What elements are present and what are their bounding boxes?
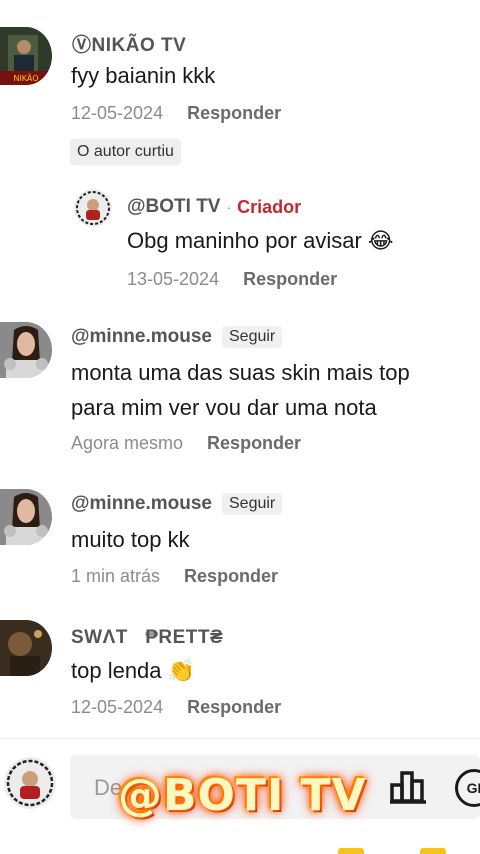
- comment-date: 12-05-2024: [71, 697, 164, 717]
- comment-author[interactable]: @minne.mouse: [71, 326, 212, 348]
- comment-text: muito top kk: [71, 527, 190, 552]
- creator-badge: Criador: [237, 196, 302, 217]
- comment-date: 1 min atrás: [71, 566, 161, 586]
- comment-text: fyy baianin kkk: [71, 63, 216, 88]
- comment-minne-2: @minne.mouse Seguir muito top kk 1 min a…: [0, 485, 480, 600]
- comment-text-line: para mim ver vou dar uma nota: [71, 395, 377, 420]
- reply-button[interactable]: Responder: [184, 566, 278, 587]
- comment-text: top lenda 👏: [71, 658, 196, 683]
- comment-date: 12-05-2024: [71, 103, 164, 123]
- author-liked-badge: O autor curtiu: [70, 139, 181, 165]
- avatar[interactable]: [0, 489, 52, 545]
- comment-text: Obg maninho por avisar 😂: [127, 228, 394, 253]
- emoji-edge: [338, 848, 364, 854]
- comment-boti-reply: @BOTI TV · Criador Obg maninho por avisa…: [0, 180, 480, 300]
- follow-button[interactable]: Seguir: [222, 326, 283, 348]
- reply-button[interactable]: Responder: [207, 433, 301, 454]
- comment-minne-1: @minne.mouse Seguir monta uma das suas s…: [0, 318, 480, 468]
- avatar[interactable]: [74, 189, 112, 227]
- comment-author[interactable]: SWΛT ₱RETT₴: [71, 627, 223, 649]
- user-avatar[interactable]: [4, 757, 56, 809]
- separator-dot: ·: [226, 199, 232, 215]
- avatar[interactable]: [0, 322, 52, 378]
- chart-icon[interactable]: [388, 767, 428, 807]
- gif-icon[interactable]: GI: [455, 769, 480, 807]
- comment-author[interactable]: @BOTI TV: [127, 196, 220, 218]
- comment-date: 13-05-2024: [127, 269, 220, 289]
- avatar[interactable]: NIKÃO: [0, 27, 52, 85]
- emoji-edge: [420, 848, 446, 854]
- watermark-logo: @BOTI TV: [118, 770, 367, 821]
- svg-text:NIKÃO: NIKÃO: [13, 73, 38, 83]
- comment-date: Agora mesmo: [71, 433, 184, 453]
- comment-author[interactable]: @minne.mouse: [71, 493, 212, 515]
- reply-button[interactable]: Responder: [243, 269, 337, 290]
- follow-button[interactable]: Seguir: [222, 493, 283, 515]
- comment-author[interactable]: ⓋNIKÃO TV: [72, 30, 186, 57]
- reply-button[interactable]: Responder: [187, 103, 281, 124]
- comment-nikao: NIKÃO ⓋNIKÃO TV fyy baianin kkk 12-05-20…: [0, 0, 480, 180]
- comment-swat: SWΛT ₱RETT₴ top lenda 👏 12-05-2024 Respo…: [0, 615, 480, 730]
- reply-button[interactable]: Responder: [187, 697, 281, 718]
- avatar[interactable]: [0, 620, 52, 676]
- comment-text-line: monta uma das suas skin mais top: [71, 360, 410, 385]
